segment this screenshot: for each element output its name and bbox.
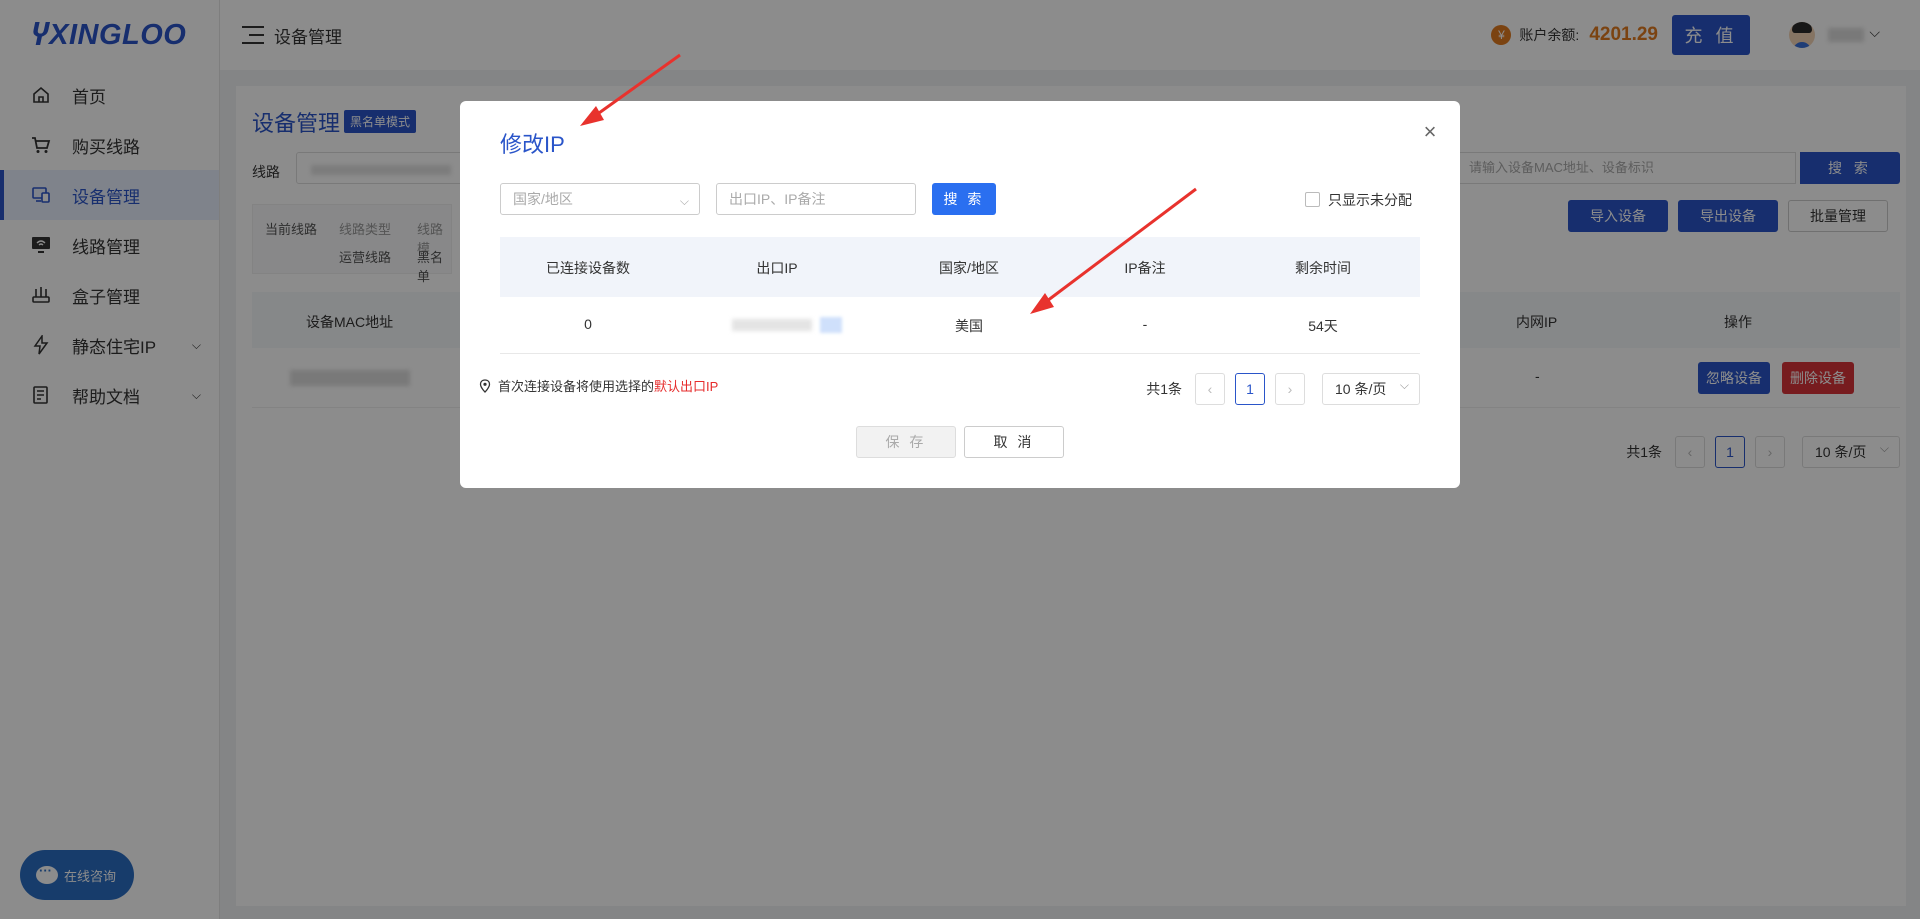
remaining-time-cell: 54天 xyxy=(1308,318,1338,334)
pagination-total: 共1条 xyxy=(1146,381,1182,397)
column-header-remaining: 剩余时间 xyxy=(1295,260,1351,276)
note-text: 首次连接设备将使用选择的 xyxy=(498,379,655,394)
column-header-ip-note: IP备注 xyxy=(1124,260,1166,276)
dialog-title: 修改IP xyxy=(500,132,565,157)
column-header-exit-ip: 出口IP xyxy=(756,260,798,276)
region-cell: 美国 xyxy=(955,318,983,334)
location-pin-icon xyxy=(479,378,491,393)
column-header-connected: 已连接设备数 xyxy=(546,260,630,276)
column-header-region: 国家/地区 xyxy=(939,260,999,276)
note-highlight: 默认出口IP xyxy=(654,379,719,394)
save-button[interactable]: 保 存 xyxy=(856,426,956,458)
ip-note-cell: - xyxy=(1142,316,1148,332)
page-size-select[interactable]: 10 条/页 xyxy=(1322,373,1420,405)
prev-page-button[interactable]: ‹ xyxy=(1195,373,1225,405)
default-ip-note: 首次连接设备将使用选择的 默认出口IP xyxy=(478,376,718,395)
search-button[interactable]: 搜 索 xyxy=(932,183,996,215)
edit-ip-dialog: 修改IP × 国家/地区 出口IP、IP备注 搜 索 只显示未分配 已连接设备数… xyxy=(460,101,1460,488)
connected-count-cell: 0 xyxy=(584,316,592,332)
table-row[interactable]: 0 美国 - 54天 xyxy=(500,297,1420,354)
only-unassigned-label[interactable]: 只显示未分配 xyxy=(1328,190,1412,210)
region-select[interactable]: 国家/地区 xyxy=(500,183,700,216)
ip-table-header: 已连接设备数 出口IP 国家/地区 IP备注 剩余时间 xyxy=(500,237,1420,297)
only-unassigned-checkbox[interactable] xyxy=(1305,192,1320,207)
cancel-button[interactable]: 取 消 xyxy=(964,426,1064,458)
close-icon[interactable]: × xyxy=(1420,121,1440,143)
exit-ip-redacted xyxy=(732,315,842,335)
next-page-button[interactable]: › xyxy=(1275,373,1305,405)
page-number[interactable]: 1 xyxy=(1235,373,1265,405)
dialog-pagination: 共1条 ‹ 1 › 10 条/页 xyxy=(1146,373,1420,405)
exit-ip-search-input[interactable]: 出口IP、IP备注 xyxy=(716,183,916,215)
